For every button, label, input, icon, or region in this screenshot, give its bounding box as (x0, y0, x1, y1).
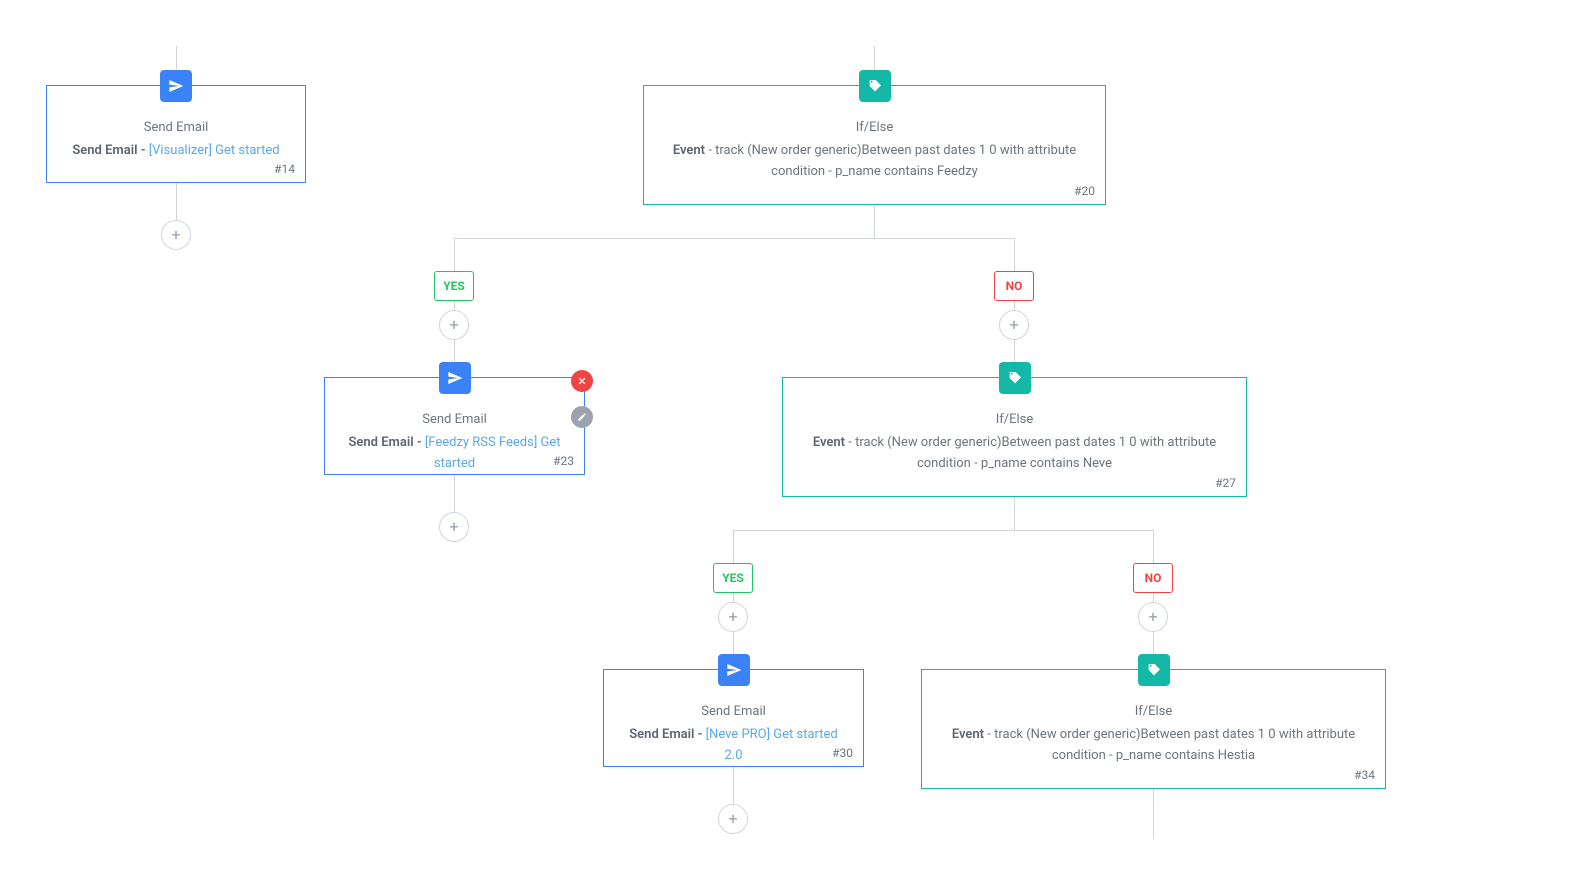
connector (733, 530, 1154, 531)
connector (454, 238, 455, 271)
branch-yes: YES (434, 271, 474, 301)
connector (733, 593, 734, 602)
email-link[interactable]: [Neve PRO] Get started 2.0 (706, 727, 838, 763)
node-title: If/Else (799, 412, 1230, 427)
add-step-button[interactable]: + (439, 310, 469, 340)
edit-node-button[interactable] (571, 406, 593, 428)
branch-yes: YES (713, 563, 753, 593)
send-icon (439, 362, 471, 394)
node-send-email-14[interactable]: Send Email Send Email - [Visualizer] Get… (46, 85, 306, 183)
node-title: Send Email (341, 412, 568, 427)
node-title: Send Email (63, 120, 289, 135)
node-send-email-30[interactable]: Send Email Send Email - [Neve PRO] Get s… (603, 669, 864, 767)
connector (1153, 530, 1154, 563)
node-desc: Event - track (New order generic)Between… (799, 433, 1230, 475)
node-id: #14 (274, 162, 295, 176)
add-step-button[interactable]: + (718, 602, 748, 632)
node-desc: Event - track (New order generic)Between… (660, 141, 1089, 183)
node-ifelse-20[interactable]: If/Else Event - track (New order generic… (643, 85, 1106, 205)
node-id: #27 (1215, 476, 1236, 490)
connector (874, 205, 875, 238)
add-step-button[interactable]: + (161, 220, 191, 250)
connector (1014, 301, 1015, 310)
email-link[interactable]: [Feedzy RSS Feeds] Get started (425, 435, 561, 471)
add-step-button[interactable]: + (439, 512, 469, 542)
node-id: #34 (1354, 768, 1375, 782)
node-ifelse-34[interactable]: If/Else Event - track (New order generic… (921, 669, 1386, 789)
connector (454, 238, 1015, 239)
connector (733, 767, 734, 804)
node-title: If/Else (938, 704, 1369, 719)
tag-icon (859, 70, 891, 102)
connector (176, 183, 177, 220)
node-send-email-23[interactable]: Send Email Send Email - [Feedzy RSS Feed… (324, 377, 585, 475)
node-desc: Send Email - [Feedzy RSS Feeds] Get star… (341, 433, 568, 475)
node-id: #23 (553, 454, 574, 468)
connector (454, 301, 455, 310)
connector (1153, 593, 1154, 602)
delete-node-button[interactable] (571, 370, 593, 392)
email-link[interactable]: [Visualizer] Get started (149, 143, 280, 158)
node-title: If/Else (660, 120, 1089, 135)
connector (1014, 238, 1015, 271)
connector (1014, 497, 1015, 530)
node-desc: Send Email - [Visualizer] Get started (63, 141, 289, 162)
node-desc: Event - track (New order generic)Between… (938, 725, 1369, 767)
node-id: #20 (1074, 184, 1095, 198)
branch-no: NO (994, 271, 1034, 301)
send-icon (160, 70, 192, 102)
add-step-button[interactable]: + (999, 310, 1029, 340)
tag-icon (1138, 654, 1170, 686)
send-icon (718, 654, 750, 686)
connector (733, 530, 734, 563)
tag-icon (999, 362, 1031, 394)
node-title: Send Email (620, 704, 847, 719)
add-step-button[interactable]: + (1138, 602, 1168, 632)
node-id: #30 (832, 746, 853, 760)
branch-no: NO (1133, 563, 1173, 593)
add-step-button[interactable]: + (718, 804, 748, 834)
workflow-canvas[interactable]: Send Email Send Email - [Visualizer] Get… (0, 0, 1571, 888)
connector (1153, 789, 1154, 839)
node-desc: Send Email - [Neve PRO] Get started 2.0 (620, 725, 847, 767)
node-ifelse-27[interactable]: If/Else Event - track (New order generic… (782, 377, 1247, 497)
connector (454, 475, 455, 512)
